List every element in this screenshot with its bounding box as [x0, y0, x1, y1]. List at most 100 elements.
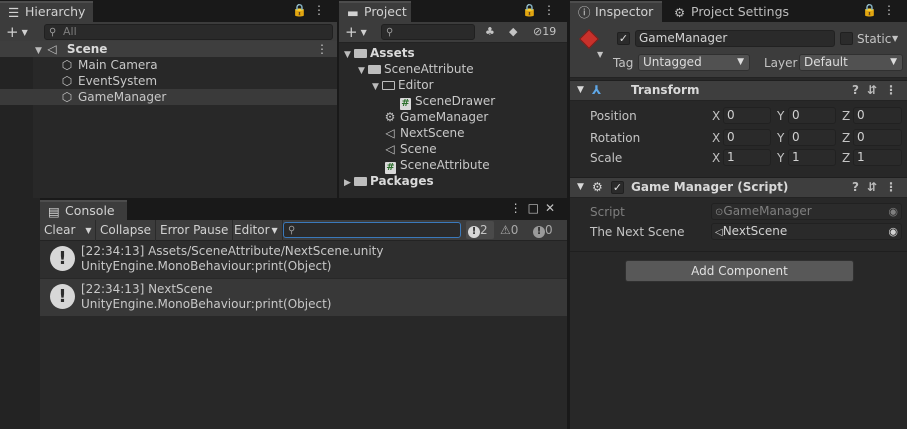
hidden-count: 19	[542, 25, 557, 38]
log-entry[interactable]: ! [22:34:13] NextScene UnityEngine.MonoB…	[40, 279, 567, 316]
splitter-vertical[interactable]	[567, 0, 570, 429]
script-component-header[interactable]: ▼ ⚙ ✓ Game Manager (Script) ?⇵⋮	[570, 177, 907, 198]
chevron-down-icon: ▼	[890, 57, 897, 67]
hierarchy-tree: ▼ ◁ Scene ⋮ ⬡ Main Camera ⬡ EventSystem ⬡ Ga…	[0, 41, 337, 198]
scale-z-field[interactable]: 1	[853, 149, 902, 166]
hierarchy-item-eventsystem[interactable]: ⬡ EventSystem	[0, 73, 337, 89]
active-checkbox[interactable]: ✓	[617, 32, 630, 45]
log-entry[interactable]: ! [22:34:13] Assets/SceneAttribute/NextS…	[40, 241, 567, 278]
console-search-input[interactable]: ⚲	[283, 222, 461, 238]
info-circle-icon: ⓘ	[578, 5, 591, 20]
lock-icon[interactable]: 🔒	[862, 3, 883, 17]
project-item-editor-folder[interactable]: ▼ Editor	[339, 77, 567, 93]
tab-project-settings[interactable]: ⚙ Project Settings	[666, 1, 798, 22]
inspector-tabbar: ⓘ Inspector ⚙ Project Settings 🔒⋮	[570, 0, 907, 22]
tab-inspector[interactable]: ⓘ Inspector	[570, 1, 662, 22]
next-scene-value: NextScene	[722, 224, 788, 238]
list-icon: ☰	[8, 5, 20, 20]
chevron-down-icon: ▼	[21, 28, 28, 37]
close-icon[interactable]: ✕	[545, 201, 561, 215]
add-button[interactable]: + ▼	[6, 23, 28, 41]
tab-console[interactable]: ▤ Console	[40, 200, 127, 220]
object-name-field[interactable]: GameManager	[635, 30, 835, 47]
project-item-nextscene[interactable]: ◁ NextScene	[339, 125, 567, 141]
scene-more-icon[interactable]: ⋮	[316, 41, 328, 57]
lock-icon[interactable]: 🔒	[522, 3, 543, 17]
scale-x-field[interactable]: 1	[723, 149, 771, 166]
project-item-sceneattribute-script[interactable]: # SceneAttribute	[339, 157, 567, 174]
project-item-scenedrawer[interactable]: # SceneDrawer	[339, 93, 567, 110]
hidden-packages-icon[interactable]: ⊘19	[533, 25, 556, 38]
gameobject-cube-icon: ⬡	[61, 58, 73, 72]
tag-dropdown[interactable]: Untagged ▼	[638, 54, 750, 71]
position-x-field[interactable]: 0	[723, 107, 771, 124]
empty-dock-area	[0, 198, 40, 429]
help-icon[interactable]: ?	[852, 180, 867, 194]
create-button[interactable]: + ▼	[345, 23, 367, 41]
project-search-input[interactable]: ⚲	[381, 24, 475, 40]
tab-project[interactable]: ▬ Project	[339, 1, 411, 22]
info-count: 0	[545, 223, 553, 237]
hierarchy-item-main-camera[interactable]: ⬡ Main Camera	[0, 57, 337, 73]
position-z-field[interactable]: 0	[853, 107, 902, 124]
layer-dropdown[interactable]: Default ▼	[799, 54, 903, 71]
rotation-z-field[interactable]: 0	[853, 129, 902, 146]
scene-row[interactable]: ▼ ◁ Scene ⋮	[0, 41, 337, 57]
add-label: +	[345, 23, 358, 41]
rotation-x-field[interactable]: 0	[723, 129, 771, 146]
component-enabled-checkbox[interactable]: ✓	[611, 181, 624, 194]
hierarchy-search-input[interactable]: ⚲ All	[44, 24, 333, 40]
gameobject-cube-icon: ⬡	[61, 90, 73, 104]
next-scene-label: The Next Scene	[590, 225, 685, 239]
log-stacktrace: UnityEngine.MonoBehaviour:print(Object)	[81, 297, 332, 311]
console-toolbar: Clear ▼ Collapse Error Pause Editor ▼ ⚲ ! 2…	[40, 220, 567, 241]
project-item-assets[interactable]: ▼ Assets	[339, 45, 567, 61]
object-header: ▼ ✓ GameManager Static ▼ Tag Untagged ▼ L…	[570, 22, 907, 78]
scale-y-field[interactable]: 1	[788, 149, 836, 166]
help-icon[interactable]: ?	[852, 83, 867, 97]
static-dropdown-icon[interactable]: ▼	[892, 34, 898, 43]
hierarchy-item-gamemanager[interactable]: ⬡ GameManager	[0, 89, 337, 105]
gameobject-icon[interactable]	[579, 29, 599, 49]
error-pause-button[interactable]: Error Pause	[156, 220, 234, 241]
lock-icon[interactable]: 🔒	[292, 3, 313, 17]
more-menu-icon[interactable]: ⋮	[885, 180, 905, 194]
expand-arrow-icon[interactable]: ▼	[577, 178, 584, 197]
error-count-toggle[interactable]: ⚠0	[500, 221, 528, 239]
chevron-down-icon[interactable]: ▼	[597, 50, 603, 59]
expand-arrow-icon[interactable]: ▼	[577, 81, 584, 100]
more-menu-icon[interactable]: ⋮	[510, 201, 528, 215]
maximize-icon[interactable]: □	[528, 201, 545, 215]
console-panel: ▤ Console ⋮□✕ Clear ▼ Collapse Error Pause…	[40, 200, 567, 429]
warning-count-toggle[interactable]: ! 2	[466, 221, 494, 239]
more-menu-icon[interactable]: ⋮	[885, 83, 905, 97]
axis-y-label: Y	[777, 151, 785, 165]
clear-button[interactable]: Clear ▼	[40, 220, 96, 241]
collapse-button[interactable]: Collapse	[96, 220, 156, 241]
transform-header[interactable]: ▼ ⅄ Transform ?⇵⋮	[570, 80, 907, 101]
rotation-y-field[interactable]: 0	[788, 129, 836, 146]
position-y-field[interactable]: 0	[788, 107, 836, 124]
add-component-button[interactable]: Add Component	[625, 260, 854, 282]
chevron-down-icon[interactable]: ▼	[85, 226, 91, 235]
static-checkbox[interactable]	[840, 32, 853, 45]
editor-dropdown[interactable]: Editor ▼	[230, 220, 283, 241]
collapse-arrow-icon[interactable]: ▶	[344, 175, 354, 191]
preset-icon[interactable]: ⇵	[867, 83, 885, 97]
project-item-sceneattribute-folder[interactable]: ▼ SceneAttribute	[339, 61, 567, 77]
search-by-type-icon[interactable]: ♣	[485, 25, 495, 38]
more-menu-icon[interactable]: ⋮	[883, 3, 901, 17]
project-item-scene[interactable]: ◁ Scene	[339, 141, 567, 157]
console-tabbar: ▤ Console ⋮□✕	[40, 200, 567, 220]
project-item-gamemanager[interactable]: ⚙ GameManager	[339, 109, 567, 125]
search-by-label-icon[interactable]: ◆	[509, 25, 517, 38]
project-item-packages[interactable]: ▶ Packages	[339, 173, 567, 189]
info-count-toggle[interactable]: ! 0	[533, 221, 563, 239]
tab-hierarchy[interactable]: ☰ Hierarchy	[0, 1, 93, 22]
more-menu-icon[interactable]: ⋮	[313, 3, 331, 17]
more-menu-icon[interactable]: ⋮	[543, 3, 561, 17]
splitter-vertical[interactable]	[337, 0, 339, 198]
next-scene-object-field[interactable]: ◁NextScene ◉	[711, 223, 902, 240]
preset-icon[interactable]: ⇵	[867, 180, 885, 194]
object-picker-icon[interactable]: ◉	[888, 224, 898, 239]
